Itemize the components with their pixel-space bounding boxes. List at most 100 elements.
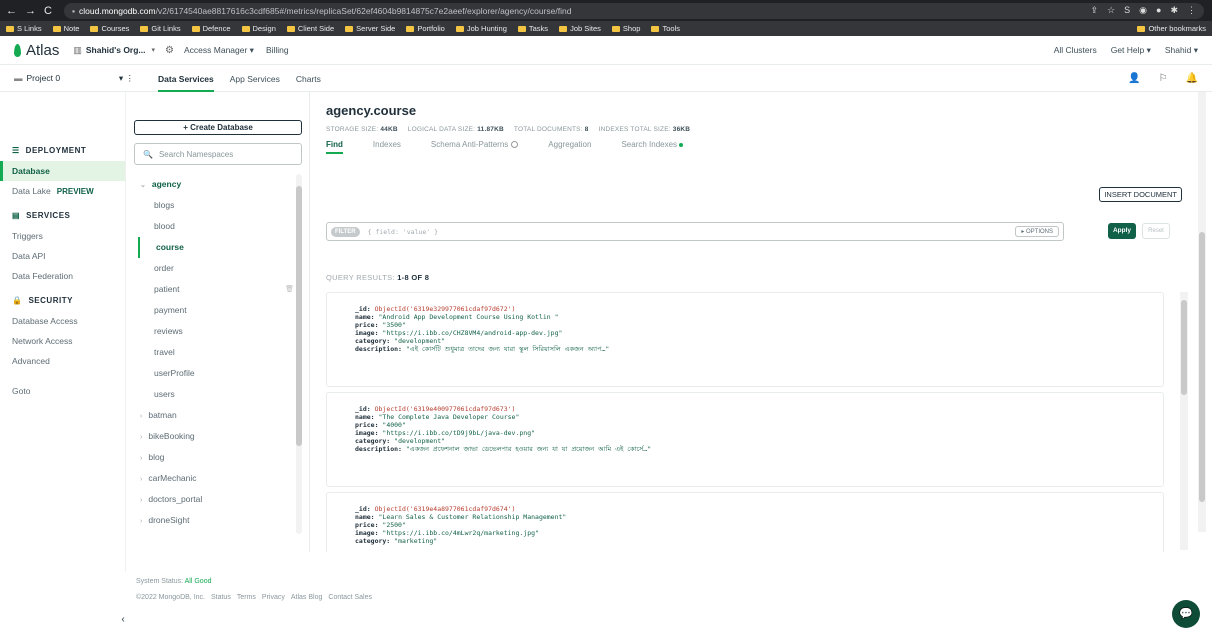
footer-link-contact-sales[interactable]: Contact Sales <box>328 594 372 601</box>
footer-link-status[interactable]: Status <box>211 594 231 601</box>
database-item[interactable]: › doctors_portal <box>134 489 294 510</box>
bookmark-item[interactable]: Git Links <box>140 24 181 33</box>
share-icon[interactable]: ⇪ <box>1091 5 1099 16</box>
chevron-down-icon[interactable]: ▾ <box>152 46 156 54</box>
tab-find[interactable]: Find <box>326 140 343 154</box>
atlas-logo[interactable]: Atlas <box>26 42 59 59</box>
database-item[interactable]: › droneSight <box>134 510 294 531</box>
filter-input[interactable]: FILTER { field: 'value' } ▸ OPTIONS <box>326 222 1064 241</box>
bookmark-item[interactable]: Courses <box>90 24 129 33</box>
menu-icon[interactable]: ⋮ <box>1187 5 1196 16</box>
nav-database[interactable]: Database <box>0 161 125 181</box>
tab-indexes[interactable]: Indexes <box>373 140 401 154</box>
gear-icon[interactable]: ⚙ <box>165 45 174 56</box>
extension-s-icon[interactable]: S <box>1124 5 1130 16</box>
user-menu[interactable]: Shahid ▾ <box>1165 45 1198 56</box>
tab-aggregation[interactable]: Aggregation <box>548 140 591 154</box>
database-item[interactable]: › carMechanic <box>134 468 294 489</box>
collection-item[interactable]: blogs <box>134 195 294 216</box>
bookmark-item[interactable]: Job Sites <box>559 24 601 33</box>
star-icon[interactable]: ☆ <box>1107 5 1115 16</box>
bell-icon[interactable]: 🔔 <box>1186 73 1198 84</box>
database-item[interactable]: › blog <box>134 447 294 468</box>
nav-triggers[interactable]: Triggers <box>0 226 125 246</box>
org-selector[interactable]: Shahid's Org... <box>86 45 146 55</box>
insert-document-button[interactable]: INSERT DOCUMENT <box>1099 187 1182 202</box>
scrollbar-thumb[interactable] <box>296 186 302 446</box>
apply-button[interactable]: Apply <box>1108 223 1136 239</box>
bookmark-item[interactable]: Portfolio <box>406 24 445 33</box>
reset-button[interactable]: Reset <box>1142 223 1170 239</box>
bookmark-item[interactable]: Server Side <box>345 24 395 33</box>
nav-data-lake[interactable]: Data Lake PREVIEW <box>0 181 125 201</box>
nav-database-access[interactable]: Database Access <box>0 311 125 331</box>
access-manager-menu[interactable]: Access Manager ▾ <box>184 45 254 56</box>
bookmark-item[interactable]: Tasks <box>517 24 548 33</box>
activity-icon[interactable]: ⚐ <box>1159 73 1168 84</box>
nav-data-api[interactable]: Data API <box>0 246 125 266</box>
atlas-project-row: ▬ Project 0 ▾ ⋮ Data Services App Service… <box>0 64 1212 92</box>
create-database-button[interactable]: + Create Database <box>134 120 302 135</box>
chat-icon[interactable]: 💬 <box>1172 600 1200 628</box>
forward-icon[interactable]: → <box>25 5 36 17</box>
search-namespaces-input[interactable]: 🔍 Search Namespaces <box>134 143 302 165</box>
collection-item[interactable]: userProfile <box>134 363 294 384</box>
collection-item-active[interactable]: course <box>138 237 294 258</box>
trash-icon[interactable]: 🗑 <box>285 279 294 300</box>
extension-dot-icon[interactable]: ● <box>1156 5 1161 16</box>
database-item[interactable]: › batman <box>134 405 294 426</box>
get-help-menu[interactable]: Get Help ▾ <box>1111 45 1151 56</box>
billing-link[interactable]: Billing <box>266 45 289 55</box>
database-item[interactable]: › bikeBooking <box>134 426 294 447</box>
address-bar[interactable]: ▪ cloud.mongodb.com /v2/6174540ae8817616… <box>64 2 1204 19</box>
documents-scrollbar[interactable] <box>1180 292 1188 550</box>
nav-goto[interactable]: Goto <box>0 381 125 401</box>
all-clusters-link[interactable]: All Clusters <box>1054 45 1097 56</box>
bookmark-item[interactable]: Design <box>241 24 276 33</box>
footer-link-terms[interactable]: Terms <box>237 594 256 601</box>
bookmark-item[interactable]: Client Side <box>286 24 334 33</box>
options-button[interactable]: ▸ OPTIONS <box>1015 226 1059 237</box>
database-item-agency[interactable]: ⌄ agency <box>134 174 294 195</box>
tab-schema-anti-patterns[interactable]: Schema Anti-Patterns <box>431 140 519 154</box>
document-card[interactable]: _id: ObjectId('6319e329977061cdaf97d672'… <box>326 292 1164 387</box>
collection-item[interactable]: reviews <box>134 321 294 342</box>
tab-app-services[interactable]: App Services <box>230 74 280 92</box>
bookmark-item[interactable]: Note <box>52 24 79 33</box>
bookmark-item[interactable]: Defence <box>191 24 231 33</box>
bookmark-item[interactable]: Shop <box>611 24 640 33</box>
bookmark-item[interactable]: Tools <box>651 24 680 33</box>
nav-advanced[interactable]: Advanced <box>0 351 125 371</box>
extension-circle-icon[interactable]: ◉ <box>1139 5 1147 16</box>
tab-search-indexes[interactable]: Search Indexes <box>621 140 684 154</box>
back-icon[interactable]: ← <box>6 5 17 17</box>
collection-item[interactable]: order <box>134 258 294 279</box>
extension-puzzle-icon[interactable]: ✱ <box>1170 5 1178 16</box>
other-bookmarks[interactable]: Other bookmarks <box>1137 24 1206 33</box>
tab-data-services[interactable]: Data Services <box>158 74 214 92</box>
collection-item[interactable]: payment <box>134 300 294 321</box>
collection-item[interactable]: users <box>134 384 294 405</box>
footer-link-privacy[interactable]: Privacy <box>262 594 285 601</box>
collapse-sidebar-icon[interactable]: ‹ <box>115 612 131 628</box>
nav-network-access[interactable]: Network Access <box>0 331 125 351</box>
namespace-scrollbar[interactable] <box>296 174 302 534</box>
collection-item[interactable]: travel <box>134 342 294 363</box>
scrollbar-thumb[interactable] <box>1199 232 1205 502</box>
nav-data-federation[interactable]: Data Federation <box>0 266 125 286</box>
scrollbar-thumb[interactable] <box>1181 300 1187 395</box>
users-icon[interactable]: 👤 <box>1128 73 1140 84</box>
reload-icon[interactable]: C <box>44 5 52 17</box>
system-status-link[interactable]: All Good <box>185 578 212 585</box>
bookmark-item[interactable]: S Links <box>6 24 42 33</box>
document-card[interactable]: _id: ObjectId('6319e400977061cdaf97d673'… <box>326 392 1164 487</box>
page-scrollbar[interactable] <box>1198 92 1206 532</box>
folder-icon <box>52 25 61 32</box>
tab-charts[interactable]: Charts <box>296 74 321 92</box>
footer-link-atlas-blog[interactable]: Atlas Blog <box>291 594 323 601</box>
bookmark-item[interactable]: Job Hunting <box>455 24 507 33</box>
collection-item[interactable]: blood <box>134 216 294 237</box>
collection-item[interactable]: patient 🗑 <box>134 279 294 300</box>
project-selector[interactable]: ▬ Project 0 ▾ ⋮ <box>14 73 134 84</box>
document-card[interactable]: _id: ObjectId('6319e4a8977061cdaf97d674'… <box>326 492 1164 552</box>
